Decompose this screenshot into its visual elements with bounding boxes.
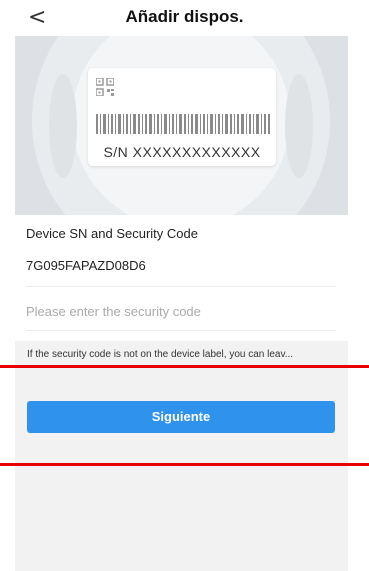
highlight-line-top <box>0 365 369 368</box>
device-left-notch <box>49 74 77 178</box>
device-label-illustration: S/N XXXXXXXXXXXXX <box>15 36 348 215</box>
next-button[interactable]: Siguiente <box>27 401 335 433</box>
qr-code-icon <box>96 78 114 96</box>
highlight-line-bottom <box>0 463 369 466</box>
content-panel: S/N XXXXXXXXXXXXX Device SN and Security… <box>15 36 348 571</box>
device-label-card: S/N XXXXXXXXXXXXX <box>88 68 276 166</box>
page-title: Añadir dispos. <box>125 7 244 26</box>
security-code-input[interactable] <box>26 304 336 319</box>
barcode-icon <box>96 114 270 134</box>
device-right-notch <box>285 74 313 178</box>
serial-number-value: 7G095FAPAZD08D6 <box>26 258 336 287</box>
security-code-field[interactable] <box>26 304 336 331</box>
serial-number-sample: S/N XXXXXXXXXXXXX <box>103 144 261 160</box>
security-code-note: If the security code is not on the devic… <box>27 349 294 360</box>
header-bar: < Añadir dispos. <box>0 0 369 36</box>
section-label: Device SN and Security Code <box>26 226 198 241</box>
security-code-form: Device SN and Security Code 7G095FAPAZD0… <box>15 215 348 341</box>
